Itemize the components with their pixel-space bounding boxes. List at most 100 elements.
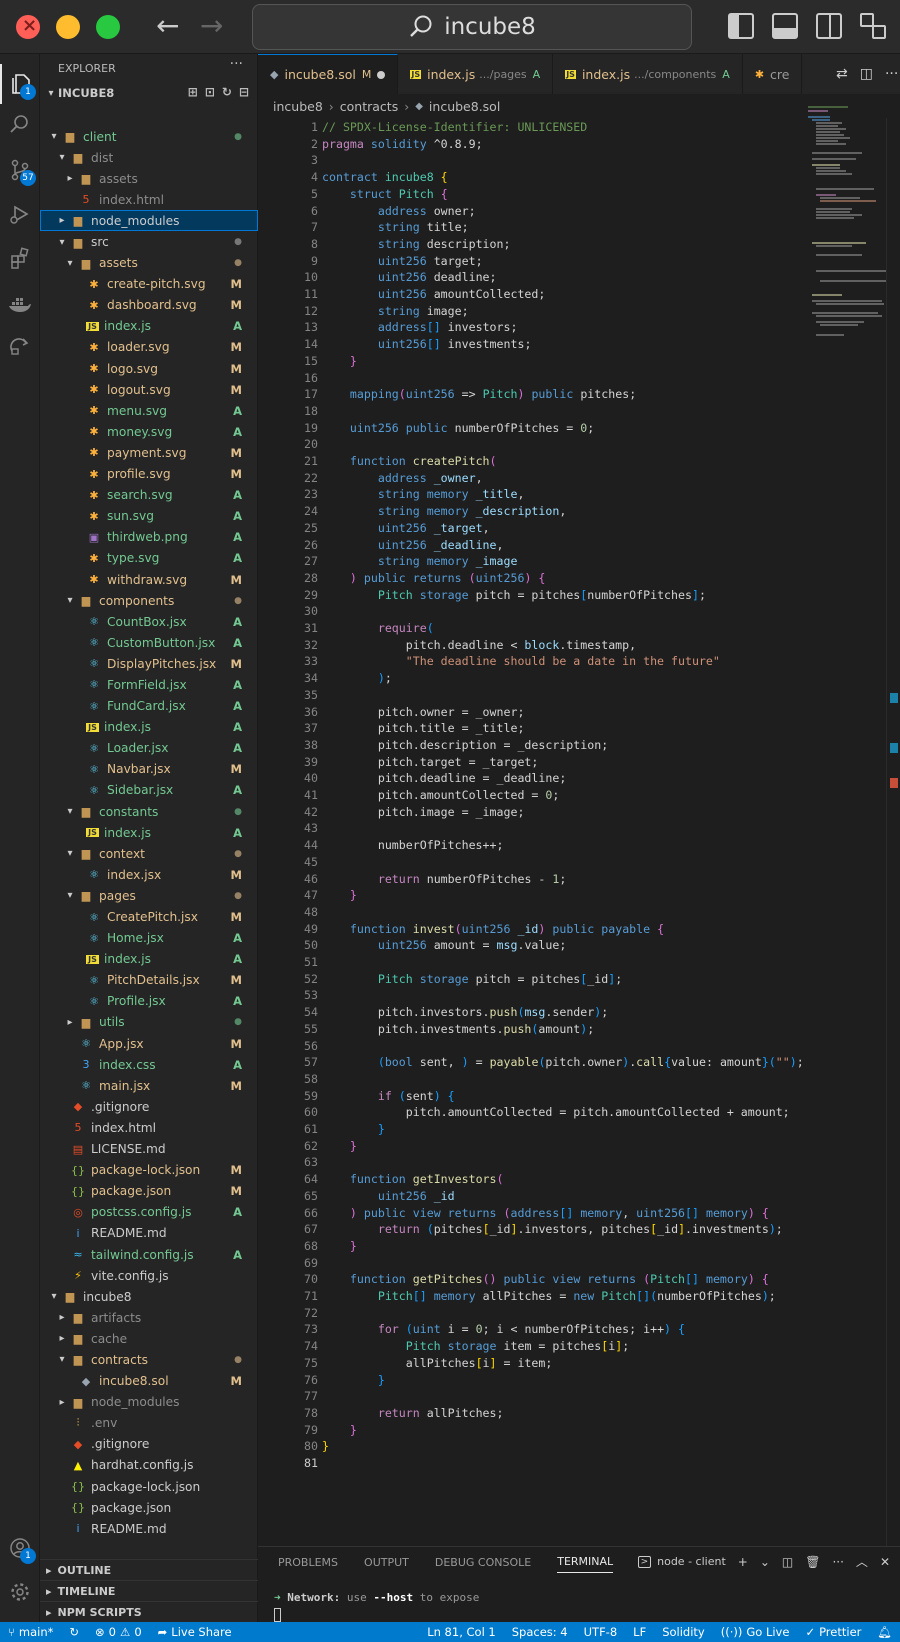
code-line[interactable]: // SPDX-License-Identifier: UNLICENSED [322, 119, 587, 136]
code-line[interactable]: struct Pitch { [322, 186, 448, 203]
file-item[interactable]: i README.md [40, 1223, 258, 1244]
code-line[interactable]: uint256 _target, [322, 520, 490, 537]
code-line[interactable]: for (uint i = 0; i < numberOfPitches; i+… [322, 1321, 685, 1338]
section-outline[interactable]: ▸ OUTLINE [40, 1559, 258, 1580]
folder-item[interactable]: ▾ ▆ client ● [40, 126, 258, 147]
file-item[interactable]: ✱ sun.svg A [40, 506, 258, 527]
code-line[interactable]: uint256 deadline; [322, 269, 497, 286]
file-item[interactable]: ⚛ CountBox.jsx A [40, 611, 258, 632]
refresh-icon[interactable]: ↻ [222, 85, 232, 99]
folder-item[interactable]: ▸ ▆ cache [40, 1328, 258, 1349]
file-item[interactable]: ⚛ index.jsx M [40, 864, 258, 885]
file-item[interactable]: {} package-lock.json M [40, 1160, 258, 1181]
code-line[interactable]: return numberOfPitches - 1; [322, 871, 566, 888]
terminal-selector[interactable]: > node - client [637, 1555, 726, 1568]
code-line[interactable]: pitch.title = _title; [322, 720, 525, 737]
tab-index-js[interactable]: JS index.js .../components A [553, 54, 743, 94]
file-item[interactable]: ✱ menu.svg A [40, 400, 258, 421]
code-line[interactable]: pitch.target = _target; [322, 754, 539, 771]
file-item[interactable]: 5 index.html [40, 189, 258, 210]
code-line[interactable]: uint256 amount = msg.value; [322, 937, 567, 954]
terminal-output[interactable]: ➜ Network: use --host to expose [274, 1591, 479, 1622]
folder-item[interactable]: ▾ ▆ pages ● [40, 885, 258, 906]
folder-item[interactable]: ▾ ▆ contracts ● [40, 1349, 258, 1370]
file-item[interactable]: ⚛ Navbar.jsx M [40, 759, 258, 780]
code-line[interactable]: } [322, 353, 357, 370]
code-line[interactable]: Pitch storage item = pitches[i]; [322, 1338, 629, 1355]
file-item[interactable]: i README.md [40, 1518, 258, 1539]
file-item[interactable]: ⚛ Loader.jsx A [40, 738, 258, 759]
command-center[interactable]: incube8 [252, 4, 692, 50]
code-line[interactable]: pitch.amountCollected = 0; [322, 787, 560, 804]
panel-tab-debug-console[interactable]: DEBUG CONSOLE [435, 1556, 531, 1569]
language-mode[interactable]: Solidity [654, 1625, 713, 1639]
code-line[interactable]: mapping(uint256 => Pitch) public pitches… [322, 386, 636, 403]
file-item[interactable]: ⚛ FormField.jsx A [40, 674, 258, 695]
docker-icon[interactable] [0, 284, 40, 324]
unsaved-dot-icon[interactable] [377, 70, 386, 79]
more-actions-icon[interactable]: ··· [832, 1555, 843, 1569]
code-line[interactable]: } [322, 1422, 357, 1439]
accounts-icon[interactable]: 1 [0, 1528, 40, 1568]
more-actions-icon[interactable]: ··· [885, 66, 898, 82]
file-item[interactable]: ⚛ Home.jsx A [40, 928, 258, 949]
back-arrow-icon[interactable]: ← [156, 11, 179, 41]
code-line[interactable]: numberOfPitches++; [322, 837, 504, 854]
remote-explorer-icon[interactable] [0, 326, 40, 366]
code-line[interactable]: uint256 target; [322, 253, 483, 270]
folder-item[interactable]: ▸ ▆ utils ● [40, 1012, 258, 1033]
code-line[interactable]: uint256 _id [322, 1188, 455, 1205]
code-line[interactable]: "The deadline should be a date in the fu… [322, 653, 720, 670]
source-control-icon[interactable]: 57 [0, 150, 40, 190]
code-line[interactable]: string memory _title, [322, 486, 525, 503]
code-line[interactable]: function getInvestors( [322, 1171, 504, 1188]
prettier-status[interactable]: ✓ Prettier [797, 1625, 869, 1639]
folder-item[interactable]: ▾ ▆ constants ● [40, 801, 258, 822]
folder-item[interactable]: ▾ ▆ src ● [40, 231, 258, 252]
notifications-bell-icon[interactable]: 🔔︎ [869, 1625, 900, 1639]
code-line[interactable]: pitch.owner = _owner; [322, 704, 525, 721]
file-item[interactable]: ✱ logout.svg M [40, 379, 258, 400]
folder-item[interactable]: ▾ ▆ incube8 [40, 1286, 258, 1307]
code-line[interactable]: ) public view returns (address[] memory,… [322, 1205, 769, 1222]
extensions-icon[interactable] [0, 238, 40, 278]
code-line[interactable]: function getPitches() public view return… [322, 1271, 769, 1288]
run-debug-icon[interactable] [0, 194, 40, 234]
code-line[interactable]: pragma solidity ^0.8.9; [322, 136, 483, 153]
live-share-status[interactable]: ➦ Live Share [150, 1625, 240, 1639]
file-item[interactable]: ✱ search.svg A [40, 485, 258, 506]
code-line[interactable]: Pitch storage pitch = pitches[numberOfPi… [322, 587, 706, 604]
code-line[interactable]: pitch.investments.push(amount); [322, 1021, 594, 1038]
project-root[interactable]: ▾ INCUBE8 ⊞ ⊡ ↻ ⊟ [40, 82, 257, 104]
more-actions-icon[interactable]: ··· [230, 56, 243, 72]
code-line[interactable]: pitch.investors.push(msg.sender); [322, 1004, 608, 1021]
code-line[interactable]: pitch.description = _description; [322, 737, 608, 754]
folder-item[interactable]: ▸ ▆ node_modules [40, 1392, 258, 1413]
toggle-secondary-sidebar-icon[interactable] [816, 13, 842, 39]
breadcrumb-item[interactable]: incube8 [273, 99, 323, 114]
close-panel-icon[interactable]: ✕ [880, 1555, 890, 1569]
eol-status[interactable]: LF [625, 1625, 654, 1639]
go-live-status[interactable]: ((·)) Go Live [713, 1625, 798, 1639]
code-line[interactable]: pitch.deadline = _deadline; [322, 770, 566, 787]
code-line[interactable]: Pitch[] memory allPitches = new Pitch[](… [322, 1288, 776, 1305]
tab-incube8-sol[interactable]: ◆ incube8.sol M [258, 54, 399, 94]
search-icon[interactable] [0, 104, 40, 144]
code-line[interactable]: allPitches[i] = item; [322, 1355, 553, 1372]
code-line[interactable]: string title; [322, 219, 469, 236]
code-line[interactable]: pitch.image = _image; [322, 804, 525, 821]
open-changes-icon[interactable]: ⇄ [836, 66, 848, 82]
split-terminal-icon[interactable]: ◫ [782, 1555, 793, 1569]
file-item[interactable]: 5 index.html [40, 1117, 258, 1138]
code-line[interactable]: address[] investors; [322, 319, 518, 336]
file-item[interactable]: ▤ LICENSE.md [40, 1139, 258, 1160]
file-item[interactable]: ✱ payment.svg M [40, 442, 258, 463]
tab-cre[interactable]: ✱ cre [743, 54, 803, 94]
file-item[interactable]: ⚛ Sidebar.jsx A [40, 780, 258, 801]
panel-tab-output[interactable]: OUTPUT [364, 1556, 409, 1569]
close-window-button[interactable] [16, 15, 40, 39]
code-line[interactable]: pitch.deadline < block.timestamp, [322, 637, 636, 654]
file-item[interactable]: {} package.json M [40, 1181, 258, 1202]
chevron-down-icon[interactable]: ⌄ [760, 1555, 770, 1569]
file-item[interactable]: ⚛ App.jsx M [40, 1033, 258, 1054]
